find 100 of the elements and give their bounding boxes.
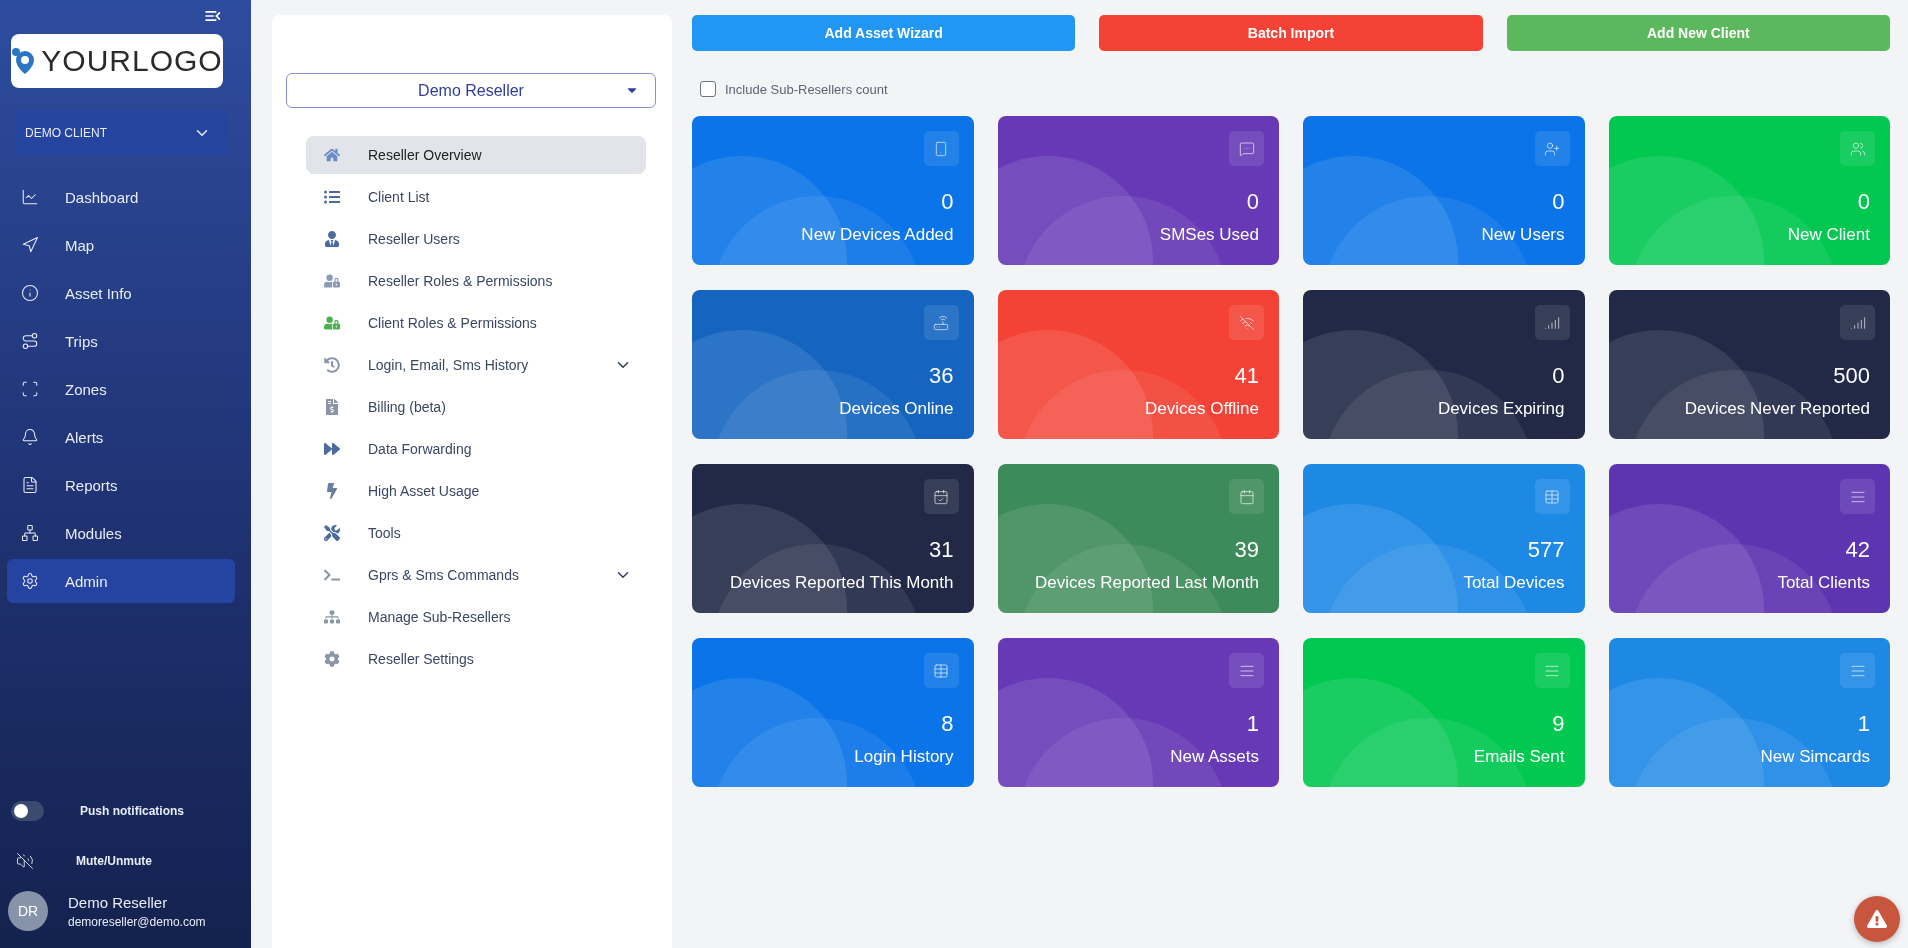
menu-item-label: Reseller Roles & Permissions	[368, 273, 554, 289]
nav-item[interactable]: Alerts	[7, 415, 235, 459]
menu-item[interactable]: Tools	[306, 514, 646, 552]
mute-label[interactable]: Mute/Unmute	[76, 854, 152, 868]
stat-value: 500	[1833, 363, 1870, 389]
action-button[interactable]: Batch Import	[1099, 15, 1483, 51]
stat-value: 9	[1552, 711, 1565, 737]
stat-value: 0	[1857, 189, 1870, 215]
menu-item-label: Login, Email, Sms History	[368, 357, 530, 373]
signal-icon	[1849, 314, 1866, 331]
stat-value: 8	[941, 711, 954, 737]
push-notifications-toggle[interactable]	[11, 801, 44, 821]
logo-text: YOURLOGO	[41, 44, 223, 78]
nav-item[interactable]: Asset Info	[7, 271, 235, 315]
menu-item[interactable]: Client List	[306, 178, 646, 216]
bolt-icon	[324, 483, 340, 499]
menu-item[interactable]: Reseller Settings	[306, 640, 646, 678]
router-icon	[933, 314, 949, 331]
sitemap-icon	[324, 609, 340, 625]
stat-value: 36	[929, 363, 954, 389]
menu-item-label: Billing (beta)	[368, 399, 447, 415]
nav-item[interactable]: Admin	[7, 559, 235, 603]
history-icon	[324, 357, 340, 373]
menu-item-label: Data Forwarding	[368, 441, 473, 457]
stat-label: New Simcards	[1760, 747, 1870, 767]
menu-item[interactable]: Gprs & Sms Commands	[306, 556, 646, 594]
user-lock-icon	[324, 273, 340, 289]
stat-label: Total Devices	[1463, 573, 1565, 593]
stat-label: Emails Sent	[1473, 747, 1565, 767]
stat-label: New Users	[1481, 225, 1565, 245]
stat-label: Devices Reported This Month	[729, 573, 954, 593]
forward-icon	[324, 441, 340, 457]
menu-item-label: Reseller Users	[368, 231, 461, 247]
chat-icon	[1238, 140, 1255, 157]
users-icon	[1849, 140, 1866, 157]
stat-label: New Client	[1787, 225, 1870, 245]
nav-item[interactable]: Map	[7, 223, 235, 267]
stat-label: SMSes Used	[1159, 225, 1259, 245]
document-icon	[21, 476, 39, 494]
menu-item-label: Client List	[368, 189, 431, 205]
stat-value: 1	[1857, 711, 1870, 737]
muted-speaker-icon[interactable]	[16, 852, 34, 870]
user-lock-icon	[324, 315, 340, 331]
menu-item-label: Reseller Settings	[368, 651, 475, 667]
push-notifications-label: Push notifications	[80, 804, 184, 818]
menu-item[interactable]: Data Forwarding	[306, 430, 646, 468]
menu-item[interactable]: Manage Sub-Resellers	[306, 598, 646, 636]
nav-item[interactable]: Reports	[7, 463, 235, 507]
menu-item[interactable]: Reseller Overview	[306, 136, 646, 174]
warning-icon	[1867, 909, 1887, 929]
stat-value: 41	[1234, 363, 1259, 389]
list-icon	[324, 189, 340, 205]
menu-item[interactable]: Client Roles & Permissions	[306, 304, 646, 342]
navigation-arrow-icon	[21, 236, 39, 254]
settings-icon	[324, 651, 340, 667]
stat-label: New Devices Added	[801, 225, 954, 245]
stat-label: Devices Online	[839, 399, 954, 419]
menu-item-label: Manage Sub-Resellers	[368, 609, 512, 625]
stat-value: 577	[1527, 537, 1565, 563]
stat-label: Devices Never Reported	[1684, 399, 1870, 419]
table-icon	[1544, 488, 1560, 505]
warning-button[interactable]	[1854, 896, 1900, 942]
calendar-icon	[1238, 488, 1255, 505]
stat-value: 31	[929, 537, 954, 563]
menu-item-label: Reseller Overview	[368, 147, 483, 163]
calendar-check-icon	[933, 488, 949, 505]
menu-item-label: Tools	[368, 525, 402, 541]
stat-label: Devices Expiring	[1437, 399, 1565, 419]
client-select[interactable]: DEMO CLIENT	[15, 111, 227, 155]
stat-label: Total Clients	[1777, 573, 1870, 593]
settings-icon	[21, 572, 39, 590]
menu-item[interactable]: Login, Email, Sms History	[306, 346, 646, 384]
stat-value: 0	[1552, 189, 1565, 215]
user-plus-icon	[1544, 140, 1560, 157]
reseller-select[interactable]: Demo Reseller	[286, 73, 656, 108]
user-name: Demo Reseller	[68, 893, 169, 911]
menu-item[interactable]: High Asset Usage	[306, 472, 646, 510]
stat-value: 0	[941, 189, 954, 215]
menu-item-label: Client Roles & Permissions	[368, 315, 538, 331]
nav-item[interactable]: Trips	[7, 319, 235, 363]
route-icon	[21, 332, 39, 350]
tools-icon	[324, 525, 340, 541]
menu-item[interactable]: Reseller Roles & Permissions	[306, 262, 646, 300]
nav-item[interactable]: Dashboard	[7, 175, 235, 219]
stat-value: 0	[1246, 189, 1259, 215]
info-icon	[21, 284, 39, 302]
menu-item[interactable]: Reseller Users	[306, 220, 646, 258]
stat-value: 39	[1234, 537, 1259, 563]
menu-item[interactable]: Billing (beta)	[306, 388, 646, 426]
stat-value: 42	[1845, 537, 1870, 563]
stat-value: 1	[1246, 711, 1259, 737]
phone-icon	[933, 140, 949, 157]
nav-item[interactable]: Zones	[7, 367, 235, 411]
home-icon	[324, 147, 340, 163]
nav-item[interactable]: Modules	[7, 511, 235, 555]
checkbox-label: Include Sub-Resellers count	[725, 81, 888, 97]
stat-label: Devices Reported Last Month	[1035, 573, 1259, 593]
stat-label: New Assets	[1170, 747, 1259, 767]
bell-icon	[21, 428, 39, 446]
checkbox[interactable]	[700, 81, 716, 97]
